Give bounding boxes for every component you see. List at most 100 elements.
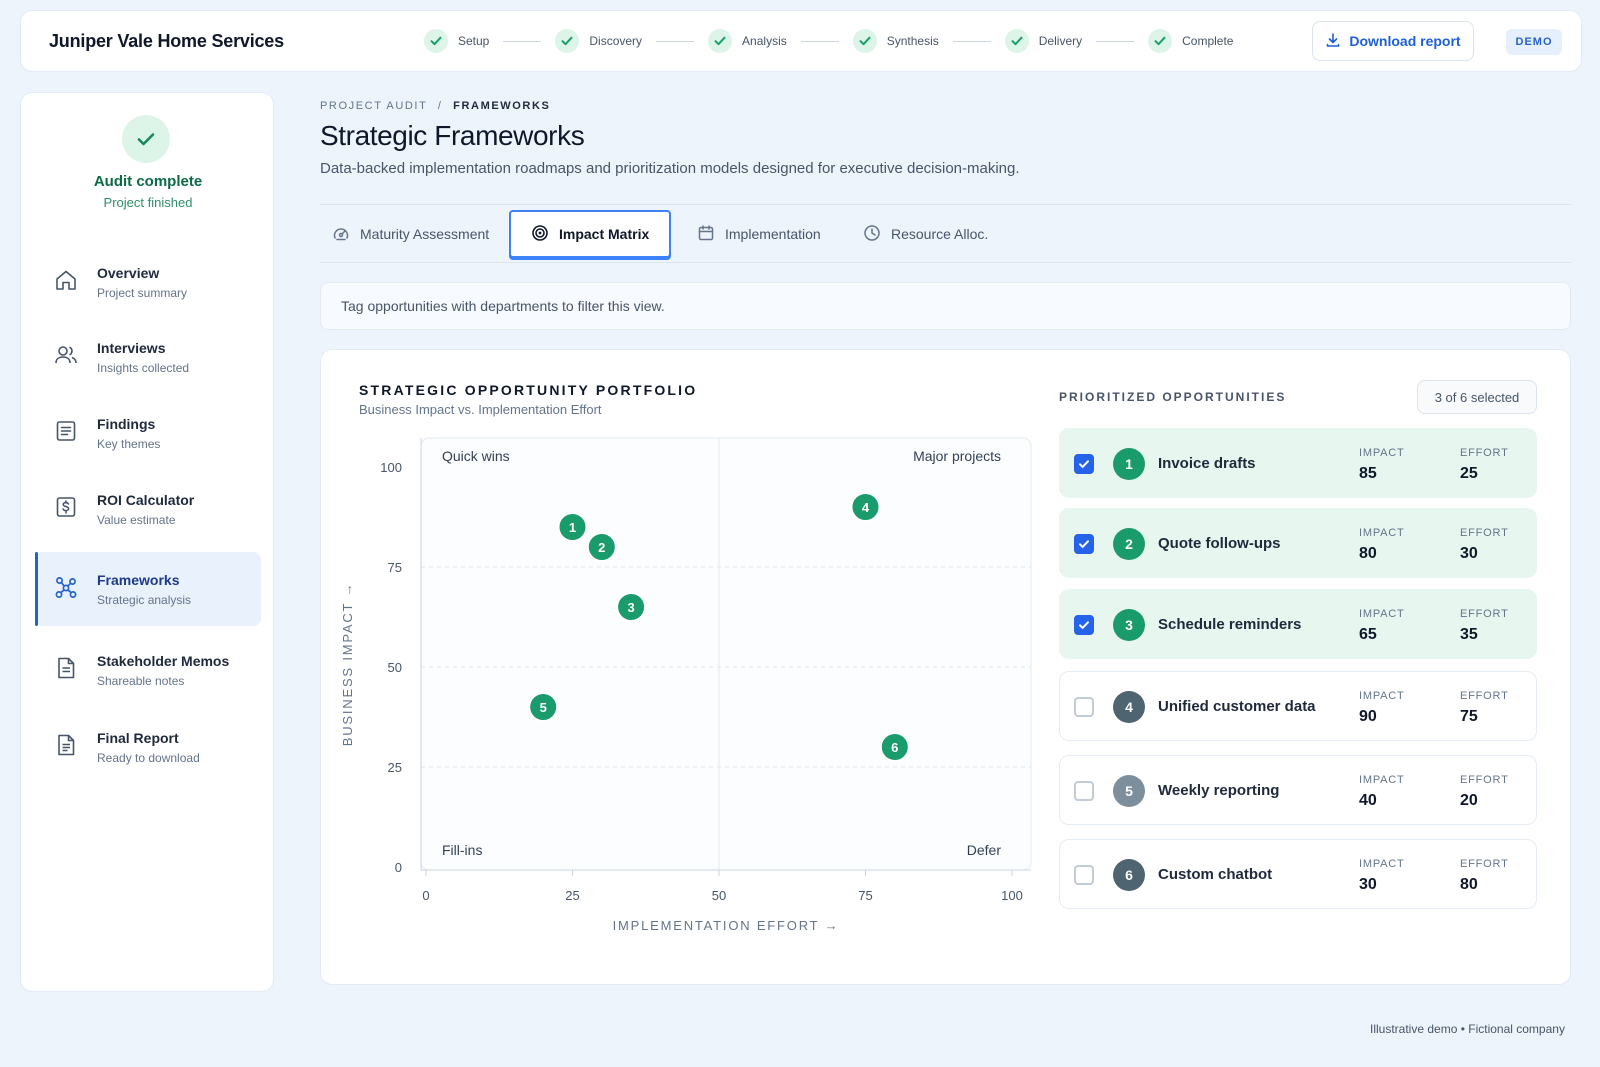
step-connector xyxy=(952,40,991,42)
opportunity-checkbox[interactable] xyxy=(1074,615,1094,635)
data-point-label: 5 xyxy=(540,700,547,715)
checkmark-icon xyxy=(1079,540,1089,548)
data-point-6[interactable]: 6 xyxy=(879,732,910,762)
sidebar-item-frameworks[interactable]: Frameworks Strategic analysis xyxy=(35,552,261,626)
sidebar-item-label: Stakeholder Memos xyxy=(97,653,230,669)
page-subtitle: Data-backed implementation roadmaps and … xyxy=(320,160,1020,177)
breadcrumb-separator: / xyxy=(437,100,443,112)
network-icon xyxy=(53,574,79,600)
check-icon xyxy=(555,29,580,53)
y-tick-label: 50 xyxy=(388,660,402,675)
footer-note: Illustrative demo • Fictional company xyxy=(1370,1022,1565,1036)
opportunity-name: Unified customer data xyxy=(1158,698,1316,715)
opportunity-row[interactable]: 4 Unified customer data IMPACT 90 EFFORT 75 xyxy=(1059,671,1537,741)
audit-complete-check-icon xyxy=(122,115,170,163)
sidebar-item-sub: Key themes xyxy=(97,437,161,451)
tab-maturity-assessment[interactable]: Maturity Assessment xyxy=(312,210,509,258)
sidebar-item-final-report[interactable]: Final Report Ready to download xyxy=(35,710,261,784)
gauge-icon xyxy=(332,224,350,245)
download-report-button[interactable]: Download report xyxy=(1312,21,1474,61)
impact-matrix-chart: 02550751000 25 50 75 100IMPLEMENTATION EFFOR… xyxy=(340,437,1032,933)
opportunity-checkbox[interactable] xyxy=(1074,534,1094,554)
sidebar-item-roi-calculator[interactable]: ROI Calculator Value estimate xyxy=(35,472,261,546)
impact-value: 85 xyxy=(1359,465,1377,482)
data-point-label: 3 xyxy=(627,600,634,615)
opportunity-number-badge: 6 xyxy=(1113,859,1145,891)
opportunity-checkbox[interactable] xyxy=(1074,697,1094,717)
chart-title: STRATEGIC OPPORTUNITY PORTFOLIO xyxy=(359,382,698,398)
step-label: Setup xyxy=(458,34,490,48)
sidebar-item-interviews[interactable]: Interviews Insights collected xyxy=(35,320,261,394)
data-point-3[interactable]: 3 xyxy=(616,592,647,622)
opportunity-checkbox[interactable] xyxy=(1074,454,1094,474)
data-point-2[interactable]: 2 xyxy=(586,532,617,562)
step-connector xyxy=(800,40,839,42)
data-point-4[interactable]: 4 xyxy=(850,492,881,522)
effort-value: 25 xyxy=(1460,465,1478,482)
sidebar-item-sub: Project summary xyxy=(97,286,188,300)
list-icon xyxy=(53,418,79,444)
opportunity-row[interactable]: 1 Invoice drafts IMPACT 85 EFFORT 25 xyxy=(1059,428,1537,498)
opportunity-row[interactable]: 5 Weekly reporting IMPACT 40 EFFORT 20 xyxy=(1059,755,1537,825)
divider xyxy=(320,204,1571,205)
step-label: Complete xyxy=(1182,34,1234,48)
plot-area xyxy=(420,437,1032,871)
sidebar-item-sub: Insights collected xyxy=(97,361,190,375)
y-axis-title: BUSINESS IMPACT → xyxy=(340,582,355,746)
opportunity-name: Quote follow-ups xyxy=(1158,535,1281,552)
x-tick-label: 0 xyxy=(422,888,429,903)
step-discovery: Discovery xyxy=(555,29,708,53)
impact-label: IMPACT xyxy=(1359,690,1405,702)
effort-label: EFFORT xyxy=(1460,690,1509,702)
users-icon xyxy=(53,342,79,368)
sidebar-item-label: Overview xyxy=(97,265,160,281)
step-setup: Setup xyxy=(424,29,555,53)
tab-resource-alloc[interactable]: Resource Alloc. xyxy=(843,210,1008,258)
step-label: Synthesis xyxy=(886,34,939,48)
breadcrumb-current: FRAMEWORKS xyxy=(453,100,551,112)
quadrant-label-defer: Defer xyxy=(967,842,1002,858)
sidebar-item-overview[interactable]: Overview Project summary xyxy=(35,245,261,319)
selected-count-badge: 3 of 6 selected xyxy=(1417,380,1537,414)
x-tick-label: 75 xyxy=(858,888,872,903)
step-analysis: Analysis xyxy=(708,29,853,53)
report-icon xyxy=(53,732,79,758)
opportunity-row[interactable]: 6 Custom chatbot IMPACT 30 EFFORT 80 xyxy=(1059,839,1537,909)
effort-label: EFFORT xyxy=(1460,774,1509,786)
opportunity-checkbox[interactable] xyxy=(1074,781,1094,801)
brand-name: Juniper Vale Home Services xyxy=(49,31,284,51)
top-bar: Juniper Vale Home Services Setup Discove… xyxy=(20,10,1582,72)
data-point-1[interactable]: 1 xyxy=(557,512,588,542)
tab-label: Resource Alloc. xyxy=(891,226,989,242)
sidebar-item-findings[interactable]: Findings Key themes xyxy=(35,396,261,470)
sidebar-item-sub: Ready to download xyxy=(97,751,200,765)
tab-implementation[interactable]: Implementation xyxy=(677,210,841,258)
x-tick-label: 25 xyxy=(565,888,579,903)
page-title: Strategic Frameworks xyxy=(320,120,585,151)
check-icon xyxy=(1148,29,1173,53)
data-point-5[interactable]: 5 xyxy=(528,692,559,722)
opportunity-row[interactable]: 2 Quote follow-ups IMPACT 80 EFFORT 30 xyxy=(1059,508,1537,578)
y-tick-label: 25 xyxy=(388,760,402,775)
check-icon xyxy=(708,29,733,53)
impact-value: 65 xyxy=(1359,626,1377,643)
effort-value: 30 xyxy=(1460,545,1478,562)
impact-value: 80 xyxy=(1359,545,1377,562)
sidebar-item-label: Final Report xyxy=(97,730,179,746)
data-point-label: 2 xyxy=(598,540,605,555)
tab-impact-matrix[interactable]: Impact Matrix xyxy=(509,210,672,258)
impact-value: 40 xyxy=(1359,792,1377,809)
dollar-icon xyxy=(53,494,79,520)
home-icon xyxy=(53,267,79,293)
breadcrumb-root[interactable]: PROJECT AUDIT xyxy=(320,100,427,112)
effort-value: 75 xyxy=(1460,708,1478,725)
opportunity-checkbox[interactable] xyxy=(1074,865,1094,885)
opportunity-row[interactable]: 3 Schedule reminders IMPACT 65 EFFORT 35 xyxy=(1059,589,1537,659)
sidebar-item-stakeholder-memos[interactable]: Stakeholder Memos Shareable notes xyxy=(35,633,261,707)
quadrant-label-quick-wins: Quick wins xyxy=(442,448,510,464)
y-tick-label: 100 xyxy=(380,460,402,475)
y-tick-label: 0 xyxy=(395,860,402,875)
impact-label: IMPACT xyxy=(1359,527,1405,539)
step-connector xyxy=(656,40,695,42)
sidebar: Audit complete Project finished Overview… xyxy=(20,92,274,992)
